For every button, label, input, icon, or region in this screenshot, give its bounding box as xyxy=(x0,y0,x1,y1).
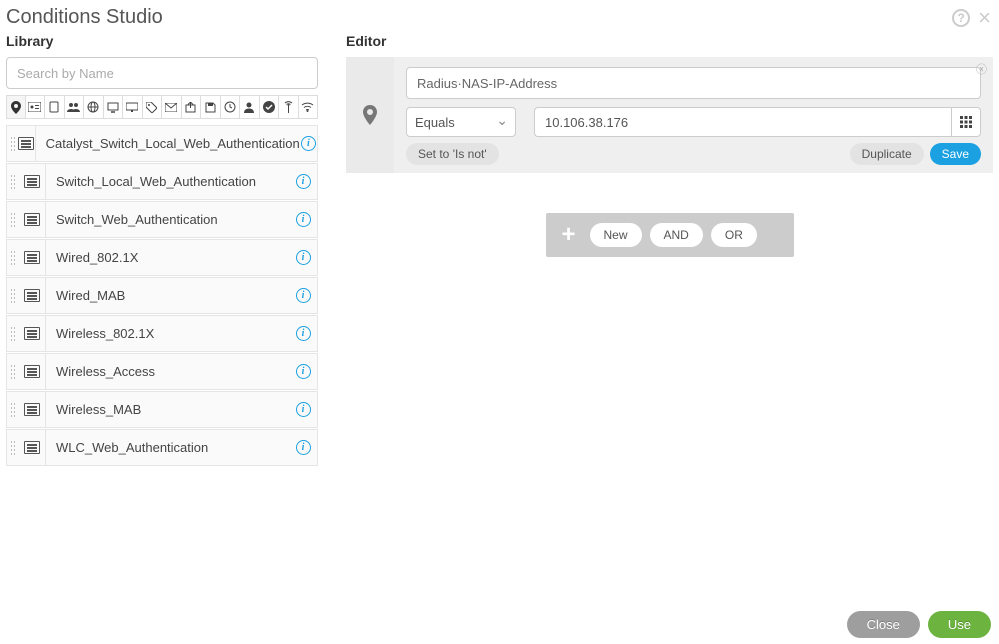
set-is-not-button[interactable]: Set to 'Is not' xyxy=(406,143,499,165)
drag-handle-icon[interactable] xyxy=(7,289,16,303)
filter-save-icon[interactable] xyxy=(201,95,221,119)
condition-icon xyxy=(18,202,46,237)
close-icon[interactable]: × xyxy=(978,9,991,27)
logic-operator-strip: + New AND OR xyxy=(546,213,794,257)
condition-icon xyxy=(18,278,46,313)
value-input[interactable] xyxy=(534,107,951,137)
library-item-label: Wireless_802.1X xyxy=(52,326,289,341)
condition-icon xyxy=(18,316,46,351)
library-item[interactable]: Wired_802.1X i xyxy=(6,239,318,276)
library-item-label: Wired_MAB xyxy=(52,288,289,303)
drag-handle-icon[interactable] xyxy=(7,175,16,189)
condition-icon xyxy=(18,240,46,275)
library-filter-bar xyxy=(6,95,318,119)
condition-type-icon xyxy=(346,57,394,173)
help-icon[interactable]: ? xyxy=(952,9,970,27)
filter-antenna-icon[interactable] xyxy=(279,95,299,119)
add-condition-icon[interactable]: + xyxy=(556,221,582,249)
editor-title: Editor xyxy=(346,33,993,49)
drag-handle-icon[interactable] xyxy=(7,441,16,455)
filter-wifi-icon[interactable] xyxy=(299,95,319,119)
save-button[interactable]: Save xyxy=(930,143,981,165)
library-item[interactable]: WLC_Web_Authentication i xyxy=(6,429,318,466)
library-item[interactable]: Wireless_MAB i xyxy=(6,391,318,428)
library-item[interactable]: Wired_MAB i xyxy=(6,277,318,314)
filter-export-icon[interactable] xyxy=(182,95,202,119)
duplicate-button[interactable]: Duplicate xyxy=(850,143,924,165)
condition-icon xyxy=(18,430,46,465)
logic-and-button[interactable]: AND xyxy=(650,223,703,247)
library-item[interactable]: Switch_Web_Authentication i xyxy=(6,201,318,238)
filter-location-icon[interactable] xyxy=(6,95,26,119)
library-item[interactable]: Catalyst_Switch_Local_Web_Authentication… xyxy=(6,125,318,162)
filter-device-icon[interactable] xyxy=(45,95,65,119)
library-item-label: WLC_Web_Authentication xyxy=(52,440,289,455)
library-item[interactable]: Switch_Local_Web_Authentication i xyxy=(6,163,318,200)
filter-tag-icon[interactable] xyxy=(143,95,163,119)
library-item-label: Wireless_MAB xyxy=(52,402,289,417)
info-icon[interactable]: i xyxy=(289,440,317,455)
close-button[interactable]: Close xyxy=(847,611,920,638)
library-item-label: Wireless_Access xyxy=(52,364,289,379)
library-item-label: Catalyst_Switch_Local_Web_Authentication xyxy=(42,136,300,151)
info-icon[interactable]: i xyxy=(289,326,317,341)
grid-picker-icon[interactable] xyxy=(951,107,981,137)
info-icon[interactable]: i xyxy=(289,174,317,189)
drag-handle-icon[interactable] xyxy=(7,213,16,227)
drag-handle-icon[interactable] xyxy=(7,251,16,265)
filter-mail-icon[interactable] xyxy=(162,95,182,119)
drag-handle-icon[interactable] xyxy=(7,365,16,379)
info-icon[interactable]: i xyxy=(289,364,317,379)
filter-users-icon[interactable] xyxy=(65,95,85,119)
library-item[interactable]: Wireless_Access i xyxy=(6,353,318,390)
info-icon[interactable]: i xyxy=(300,136,317,151)
dictionary-input[interactable] xyxy=(406,67,981,99)
condition-icon xyxy=(18,392,46,427)
condition-icon xyxy=(18,354,46,389)
condition-icon xyxy=(18,164,46,199)
drag-handle-icon[interactable] xyxy=(7,403,16,417)
filter-clock-icon[interactable] xyxy=(221,95,241,119)
library-item-label: Switch_Web_Authentication xyxy=(52,212,289,227)
logic-or-button[interactable]: OR xyxy=(711,223,757,247)
filter-check-icon[interactable] xyxy=(260,95,280,119)
operator-select[interactable]: Equals xyxy=(406,107,516,137)
library-item[interactable]: Wireless_802.1X i xyxy=(6,315,318,352)
info-icon[interactable]: i xyxy=(289,250,317,265)
info-icon[interactable]: i xyxy=(289,402,317,417)
page-title: Conditions Studio xyxy=(6,6,163,29)
drag-handle-icon[interactable] xyxy=(7,137,16,151)
filter-globe-icon[interactable] xyxy=(84,95,104,119)
filter-user-icon[interactable] xyxy=(240,95,260,119)
info-icon[interactable]: i xyxy=(289,288,317,303)
search-input[interactable] xyxy=(6,57,318,89)
library-item-label: Wired_802.1X xyxy=(52,250,289,265)
logic-new-button[interactable]: New xyxy=(590,223,642,247)
filter-badge-icon[interactable] xyxy=(26,95,46,119)
library-title: Library xyxy=(6,33,318,49)
filter-monitor-icon[interactable] xyxy=(104,95,124,119)
filter-desktop-icon[interactable] xyxy=(123,95,143,119)
info-icon[interactable]: i xyxy=(289,212,317,227)
library-item-label: Switch_Local_Web_Authentication xyxy=(52,174,289,189)
drag-handle-icon[interactable] xyxy=(7,327,16,341)
use-button[interactable]: Use xyxy=(928,611,991,638)
condition-icon xyxy=(18,126,36,161)
remove-condition-icon[interactable]: ⓧ xyxy=(976,61,987,77)
